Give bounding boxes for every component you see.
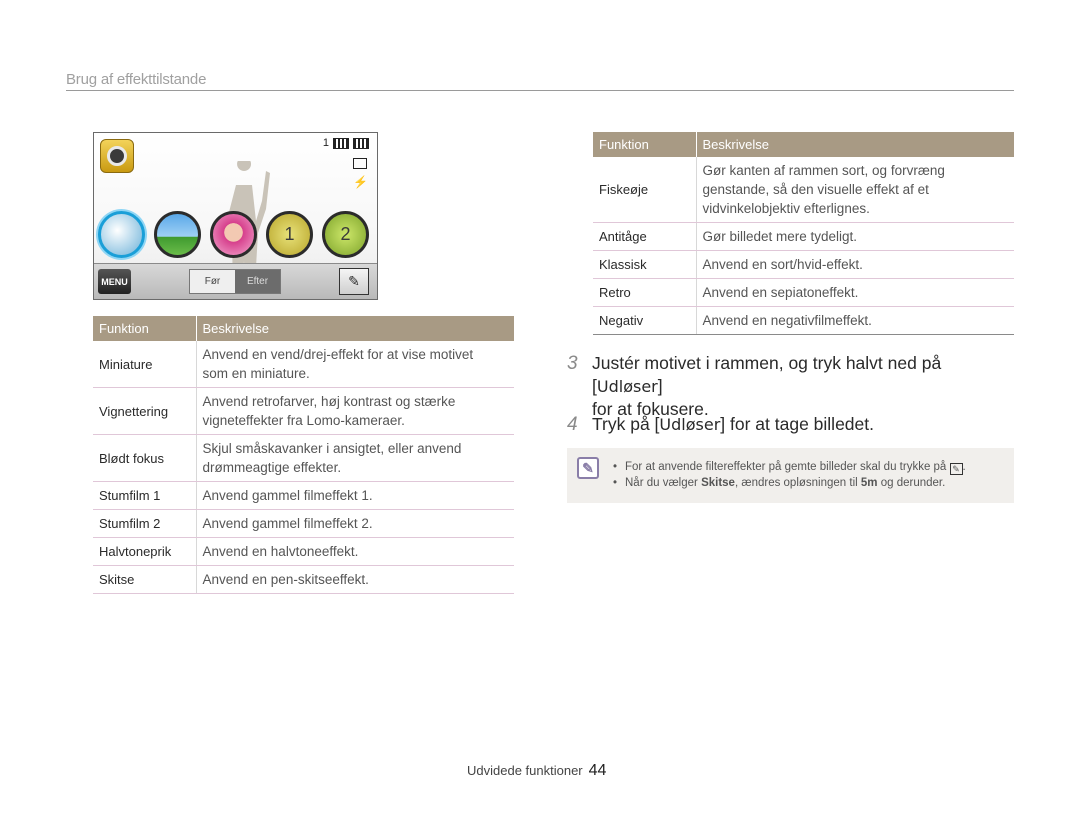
table-row: Vignettering Anvend retrofarver, høj kon…: [93, 387, 514, 435]
table-row: Blødt fokus Skjul småskavanker i ansigte…: [93, 434, 514, 482]
section-title: Brug af effekttilstande: [66, 71, 207, 88]
thumb-portrait-icon[interactable]: [210, 211, 257, 258]
page-number: 44: [588, 762, 607, 779]
thumb-landscape-icon[interactable]: [154, 211, 201, 258]
edit-icon: ✎: [949, 463, 963, 475]
footer-label: Udvidede funktioner: [467, 763, 583, 778]
camera-mode-icon[interactable]: [100, 139, 134, 173]
status-bar: 1: [323, 137, 369, 149]
thumb-film2-icon[interactable]: 2: [322, 211, 369, 258]
effect-thumbnails: 1 2: [98, 211, 369, 258]
effects-table-right: Funktion Beskrivelse Fiskeøje Gør kanten…: [593, 132, 1014, 335]
title-rule: [66, 90, 1014, 91]
table-row: Fiskeøje Gør kanten af rammen sort, og f…: [593, 157, 1014, 223]
edit-icon[interactable]: ✎: [339, 268, 369, 295]
page-footer: Udvidede funktioner 44: [467, 762, 606, 780]
memory-icon: [333, 137, 349, 149]
camera-screen: 1 ⚡ 1 2 MENU Før Efter ✎: [93, 132, 378, 300]
before-after-toggle[interactable]: Før Efter: [189, 269, 281, 294]
col-function: Funktion: [93, 316, 197, 341]
table-row: Negativ Anvend en negativfilmeffekt.: [593, 306, 1014, 335]
table-row: Antitåge Gør billedet mere tydeligt.: [593, 222, 1014, 251]
note-box: ✎ For at anvende filtereffekter på gemte…: [567, 448, 1014, 503]
shutter-key: Udløser: [659, 415, 721, 434]
note-item: Når du vælger Skitse, ændres opløsningen…: [613, 475, 966, 491]
note-icon: ✎: [577, 457, 599, 479]
battery-icon: [353, 137, 369, 149]
thumb-miniature-icon[interactable]: [98, 211, 145, 258]
flash-auto-icon: ⚡: [353, 175, 368, 189]
col-description: Beskrivelse: [196, 316, 514, 341]
shutter-key: Udløser: [596, 377, 658, 396]
before-option[interactable]: Før: [190, 270, 235, 293]
table-row: Retro Anvend en sepiatoneffekt.: [593, 278, 1014, 307]
camera-bottom-bar: MENU Før Efter ✎: [94, 263, 377, 299]
table-row: Skitse Anvend en pen-skitseeffekt.: [93, 565, 514, 594]
note-item: For at anvende filtereffekter på gemte b…: [613, 459, 966, 475]
thumb-film1-icon[interactable]: 1: [266, 211, 313, 258]
after-option[interactable]: Efter: [235, 270, 280, 293]
table-row: Halvtoneprik Anvend en halvtoneeffekt.: [93, 537, 514, 566]
table-row: Stumfilm 1 Anvend gammel filmeffekt 1.: [93, 481, 514, 510]
step-number: 4: [567, 414, 578, 435]
stabilizer-icon: [353, 158, 367, 169]
step-number: 3: [567, 353, 578, 374]
table-row: Klassisk Anvend en sort/hvid-effekt.: [593, 250, 1014, 279]
note-list: For at anvende filtereffekter på gemte b…: [613, 459, 966, 491]
menu-button[interactable]: MENU: [98, 269, 131, 294]
effects-table-left: Funktion Beskrivelse Miniature Anvend en…: [93, 316, 514, 594]
shots-count: 1: [322, 137, 329, 149]
table-row: Stumfilm 2 Anvend gammel filmeffekt 2.: [93, 509, 514, 538]
col-function: Funktion: [593, 132, 697, 157]
resolution-icon: 5m: [860, 477, 878, 489]
col-description: Beskrivelse: [696, 132, 1014, 157]
table-row: Miniature Anvend en vend/drej-effekt for…: [93, 341, 514, 388]
